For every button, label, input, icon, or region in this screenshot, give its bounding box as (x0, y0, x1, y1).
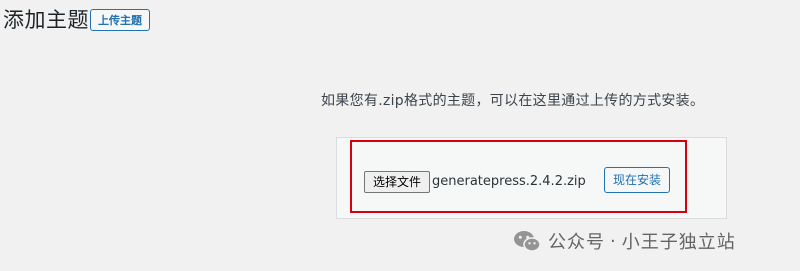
watermark-name: 小王子独立站 (621, 232, 736, 253)
wechat-icon (514, 231, 541, 252)
selected-file-name: generatepress.2.4.2.zip (432, 174, 586, 189)
choose-file-button[interactable]: 选择文件 (364, 171, 430, 193)
watermark-prefix: 公众号 (548, 232, 605, 253)
upload-help-text: 如果您有.zip格式的主题，可以在这里通过上传的方式安装。 (321, 93, 705, 109)
wechat-watermark: 公众号 · 小王子独立站 (513, 226, 736, 256)
install-now-button[interactable]: 现在安装 (604, 167, 670, 193)
watermark-separator: · (610, 230, 617, 252)
upload-theme-button[interactable]: 上传主题 (90, 9, 150, 31)
page-title: 添加主题 (3, 8, 89, 32)
